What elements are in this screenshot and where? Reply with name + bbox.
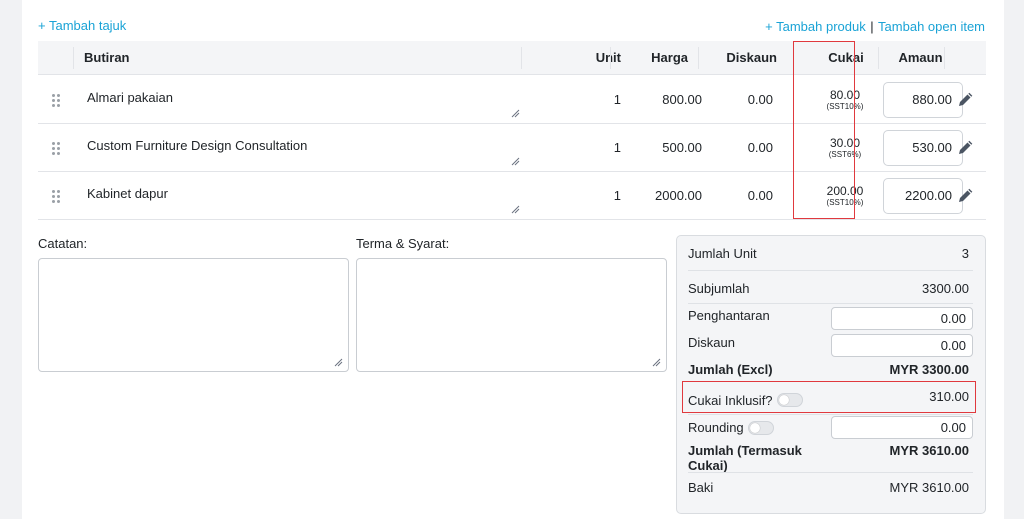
item-unit[interactable]: 1: [521, 172, 621, 220]
divider: [688, 472, 973, 473]
item-name-input[interactable]: Almari pakaian: [87, 76, 527, 124]
terms-label: Terma & Syarat:: [356, 236, 450, 251]
total-units-label: Jumlah Unit: [688, 246, 757, 261]
item-amount-input[interactable]: 2200.00: [883, 178, 963, 214]
edit-pencil-icon[interactable]: [957, 140, 973, 156]
divider: [688, 303, 973, 304]
item-unit[interactable]: 1: [521, 76, 621, 124]
drag-handle-icon[interactable]: [52, 142, 60, 155]
item-discount[interactable]: 0.00: [698, 76, 773, 124]
notes-textarea[interactable]: [38, 258, 349, 372]
header-price: Harga: [651, 50, 688, 65]
resize-handle-icon[interactable]: [334, 358, 343, 367]
balance-label: Baki: [688, 480, 714, 495]
item-discount[interactable]: 0.00: [698, 124, 773, 172]
item-name: Kabinet dapur: [87, 186, 168, 201]
resize-handle-icon[interactable]: [652, 358, 661, 367]
header-amount: Amaun: [898, 50, 943, 65]
divider: [688, 414, 973, 415]
resize-handle-icon[interactable]: [511, 109, 520, 118]
subtotal-label: Subjumlah: [688, 281, 750, 296]
rounding-input[interactable]: 0.00: [831, 416, 973, 439]
item-price[interactable]: 2000.00: [610, 172, 702, 220]
header-divider: [73, 47, 74, 69]
item-name-input[interactable]: Kabinet dapur: [87, 172, 527, 220]
balance-value: MYR 3610.00: [889, 480, 970, 495]
drag-handle-icon[interactable]: [52, 190, 60, 203]
add-product-link[interactable]: + Tambah produk: [765, 19, 866, 34]
total-excl-label: Jumlah (Excl): [688, 362, 773, 377]
tax-column-highlight: [793, 41, 855, 219]
total-units-value: 3: [961, 246, 969, 261]
item-price[interactable]: 500.00: [610, 124, 702, 172]
divider: [688, 270, 973, 271]
edit-pencil-icon[interactable]: [957, 188, 973, 204]
header-item: Butiran: [84, 50, 130, 65]
item-name: Almari pakaian: [87, 90, 173, 105]
rounding-toggle[interactable]: [748, 421, 774, 435]
header-divider: [944, 47, 945, 69]
subtotal-value: 3300.00: [922, 281, 969, 296]
add-open-item-link[interactable]: Tambah open item: [878, 19, 985, 34]
edit-pencil-icon[interactable]: [957, 92, 973, 108]
item-price[interactable]: 800.00: [610, 76, 702, 124]
item-amount-input[interactable]: 880.00: [883, 82, 963, 118]
discount-input[interactable]: 0.00: [831, 334, 973, 357]
shipping-label: Penghantaran: [688, 308, 770, 323]
discount-label: Diskaun: [688, 335, 735, 350]
item-discount[interactable]: 0.00: [698, 172, 773, 220]
terms-textarea[interactable]: [356, 258, 667, 372]
total-excl-value: MYR 3300.00: [889, 362, 970, 377]
item-amount-input[interactable]: 530.00: [883, 130, 963, 166]
resize-handle-icon[interactable]: [511, 157, 520, 166]
item-name: Custom Furniture Design Consultation: [87, 138, 308, 153]
total-incl-label-cont: Cukai): [688, 458, 728, 473]
item-unit[interactable]: 1: [521, 124, 621, 172]
drag-handle-icon[interactable]: [52, 94, 60, 107]
header-discount: Diskaun: [726, 50, 777, 65]
item-name-input[interactable]: Custom Furniture Design Consultation: [87, 124, 527, 172]
add-heading-link[interactable]: + Tambah tajuk: [38, 18, 126, 33]
total-incl-value: MYR 3610.00: [889, 443, 970, 458]
top-right-actions: + Tambah produk | Tambah open item: [765, 18, 985, 36]
totals-summary: Jumlah Unit 3 Subjumlah 3300.00 Penghant…: [676, 235, 986, 514]
shipping-input[interactable]: 0.00: [831, 307, 973, 330]
resize-handle-icon[interactable]: [511, 205, 520, 214]
header-unit: Unit: [595, 50, 621, 65]
total-incl-label: Jumlah (Termasuk: [688, 443, 802, 458]
separator: |: [870, 19, 874, 34]
notes-label: Catatan:: [38, 236, 88, 251]
rounding-label: Rounding: [688, 420, 744, 435]
tax-inclusive-highlight: [682, 381, 976, 413]
